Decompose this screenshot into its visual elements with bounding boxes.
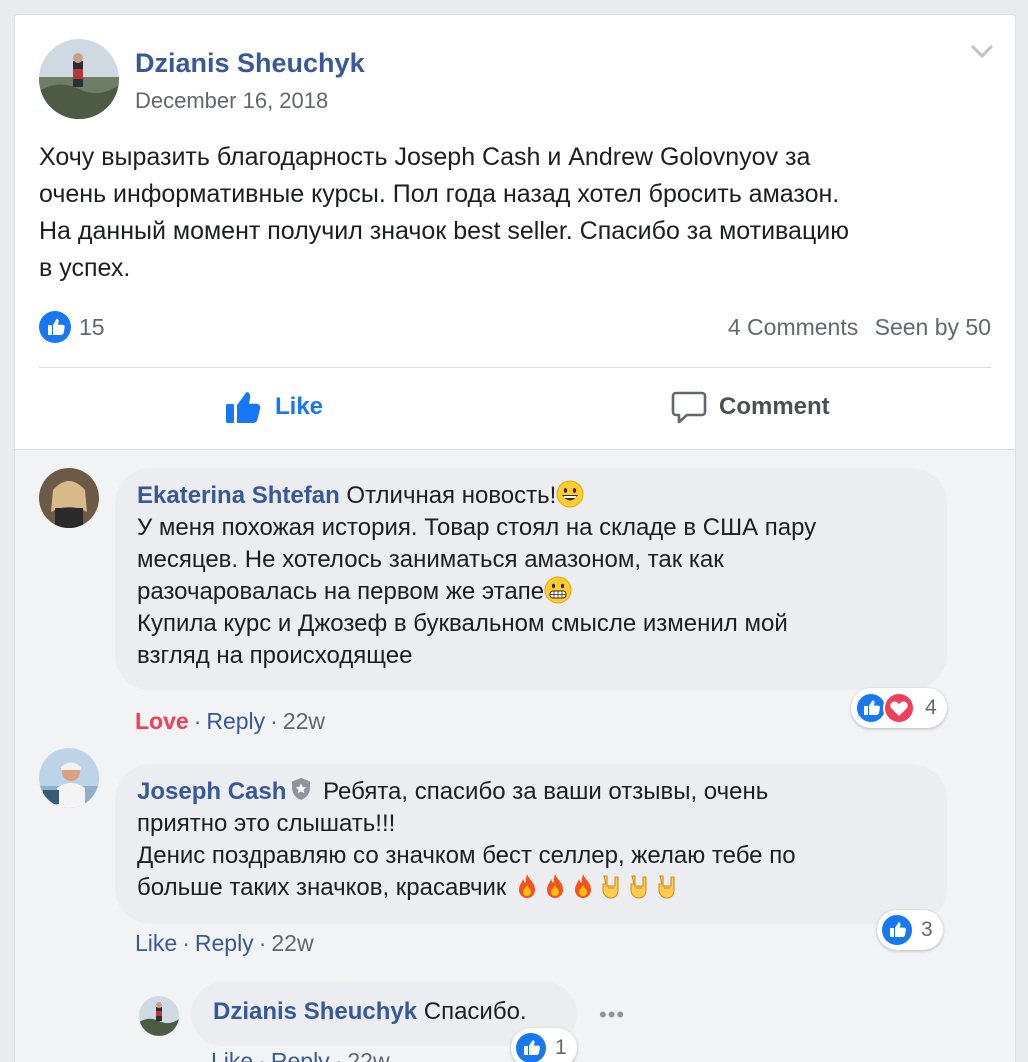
- stats-right: 4 Comments Seen by 50: [718, 314, 991, 341]
- reply-link[interactable]: Reply: [271, 1048, 330, 1062]
- like-link[interactable]: Like: [211, 1048, 253, 1062]
- comment-text: У меня похожая история. Товар стоял на с…: [137, 514, 817, 541]
- separator-dot: ·: [258, 930, 267, 956]
- seen-by[interactable]: Seen by 50: [875, 314, 991, 340]
- like-count[interactable]: 15: [79, 314, 105, 341]
- more-options-icon[interactable]: •••: [599, 1002, 625, 1028]
- reply-meta: Like · Reply · 22w: [211, 1048, 390, 1062]
- like-button-label: Like: [275, 393, 324, 420]
- reply-author[interactable]: Dzianis Sheuchyk: [213, 998, 417, 1025]
- comment-text: Ребята, спасибо за ваши отзывы, очень: [323, 778, 769, 805]
- commenter-avatar[interactable]: [39, 468, 99, 528]
- thumbs-up-icon: [226, 392, 261, 423]
- reply-text: Спасибо.: [423, 998, 527, 1025]
- post-text-line: очень информативные курсы. Пол года наза…: [39, 180, 840, 208]
- fire-emoji: [575, 874, 592, 898]
- like-button[interactable]: Like: [225, 367, 323, 447]
- shield-icon[interactable]: [290, 777, 312, 801]
- like-reaction-icon: [882, 915, 912, 945]
- comment-time[interactable]: 22w: [347, 1048, 389, 1062]
- like-reaction-icon[interactable]: [39, 311, 71, 343]
- separator-dot: ·: [270, 708, 278, 734]
- comment-line: разочаровалась на первом же этапе: [137, 576, 925, 608]
- rock-on-emoji: [658, 875, 675, 899]
- author-avatar[interactable]: [39, 39, 119, 119]
- rock-on-emoji: [630, 875, 647, 899]
- reply-link[interactable]: Reply: [195, 930, 254, 956]
- comment-meta: Love · Reply · 22w: [135, 708, 325, 735]
- post-date[interactable]: December 16, 2018: [135, 88, 328, 114]
- like-link[interactable]: Like: [135, 930, 177, 956]
- comment-button[interactable]: Comment: [671, 367, 830, 447]
- comment-text: приятно это слышать!!!: [137, 810, 396, 837]
- comment-icon: [671, 391, 707, 424]
- reaction-count: 1: [555, 1036, 567, 1059]
- comment-text: Купила курс и Джозеф в буквальном смысле…: [137, 610, 788, 637]
- comment-line: Joseph Cash Ребята, спасибо за ваши отзы…: [137, 776, 925, 808]
- comment-button-label: Comment: [719, 393, 830, 420]
- comment-author[interactable]: Ekaterina Shtefan: [137, 482, 340, 509]
- separator-dot: ·: [334, 1048, 343, 1062]
- rock-on-emoji: [602, 875, 619, 899]
- comment-line: больше таких значков, красавчик: [137, 872, 925, 904]
- chevron-down-icon[interactable]: [967, 41, 997, 63]
- reaction-count: 4: [925, 696, 937, 719]
- comment-meta: Like · Reply · 22w: [135, 930, 314, 957]
- post-author-name[interactable]: Dzianis Sheuchyk: [135, 48, 365, 79]
- comment-time[interactable]: 22w: [283, 708, 325, 734]
- reaction-count: 3: [921, 918, 933, 941]
- fire-emoji: [519, 874, 536, 898]
- comment-text: больше таких значков, красавчик: [137, 874, 507, 901]
- fire-emoji: [547, 874, 564, 898]
- reply-reactions[interactable]: 1: [511, 1028, 577, 1062]
- comment-time[interactable]: 22w: [271, 930, 313, 956]
- post-text-line: Хочу выразить благодарность Joseph Cash …: [39, 143, 811, 171]
- comments-count[interactable]: 4 Comments: [728, 314, 858, 340]
- love-reaction-link[interactable]: Love: [135, 708, 189, 734]
- like-love-reaction-icons: [855, 692, 915, 724]
- separator-dot: ·: [182, 930, 190, 956]
- comment-text: взгляд на происходящее: [137, 642, 413, 669]
- post-text-line: На данный момент получил значок best sel…: [39, 217, 849, 245]
- action-bar: Like Comment: [39, 367, 991, 447]
- comment-text: Денис поздравляю со значком бест селлер,…: [137, 842, 796, 869]
- comment-reactions[interactable]: 4: [851, 688, 947, 728]
- post-card: Dzianis Sheuchyk December 16, 2018 Хочу …: [14, 14, 1016, 1062]
- comment-reactions[interactable]: 3: [877, 910, 943, 950]
- comments-section: Ekaterina Shtefan Отличная новость! У ме…: [15, 449, 1015, 1062]
- commenter-avatar[interactable]: [39, 748, 99, 808]
- comment-text: месяцев. Не хотелось заниматься амазоном…: [137, 546, 724, 573]
- grimacing-emoji: [544, 576, 572, 604]
- reply-link[interactable]: Reply: [206, 708, 265, 734]
- post-text-line: в успех.: [39, 254, 131, 282]
- comment-bubble: Ekaterina Shtefan Отличная новость! У ме…: [115, 468, 947, 690]
- comment-text: разочаровалась на первом же этапе: [137, 578, 545, 605]
- like-reaction-icon: [516, 1033, 546, 1062]
- separator-dot: ·: [258, 1048, 266, 1062]
- comment-author[interactable]: Joseph Cash: [137, 778, 286, 805]
- comment-bubble: Joseph Cash Ребята, спасибо за ваши отзы…: [115, 764, 947, 924]
- grinning-emoji: [556, 480, 584, 508]
- post-stats: 15 4 Comments Seen by 50: [39, 311, 991, 343]
- post-text: Хочу выразить благодарность Joseph Cash …: [39, 139, 999, 287]
- reply-avatar[interactable]: [139, 996, 179, 1036]
- separator-dot: ·: [193, 708, 202, 734]
- comment-text: Отличная новость!: [346, 482, 557, 509]
- comment-line: Ekaterina Shtefan Отличная новость!: [137, 480, 925, 512]
